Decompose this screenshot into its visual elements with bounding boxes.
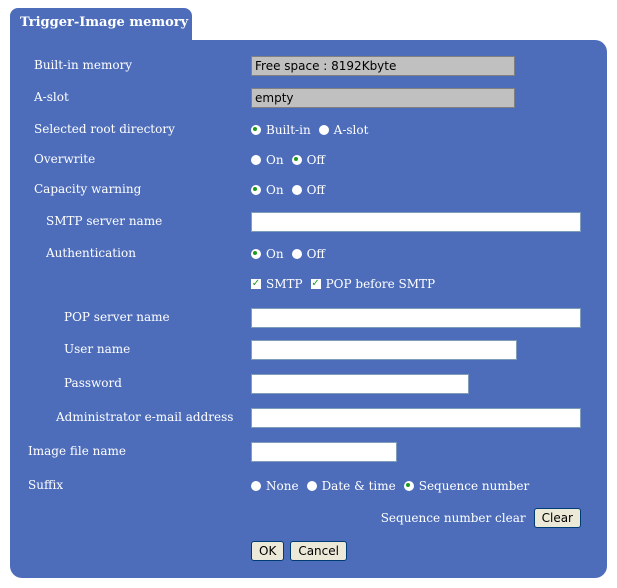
- sequence-clear-row: Sequence number clear Clear: [10, 507, 607, 529]
- smtp-server-input[interactable]: [251, 212, 581, 232]
- form-buttons-row: OK Cancel: [10, 540, 607, 562]
- a-slot-label: A-slot: [34, 90, 69, 104]
- authentication-row: Authentication On Off: [10, 243, 607, 265]
- image-file-name-input[interactable]: [251, 442, 397, 462]
- pop-server-input[interactable]: [251, 308, 581, 328]
- pop-server-row: POP server name: [10, 307, 607, 329]
- tab-trigger-image-memory[interactable]: Trigger-Image memory: [10, 8, 192, 42]
- password-input[interactable]: [251, 374, 469, 394]
- auth-off-option[interactable]: Off: [291, 247, 325, 261]
- root-directory-label: Selected root directory: [34, 122, 175, 136]
- root-directory-row: Selected root directory Built-in A-slot: [10, 119, 607, 141]
- tab-title: Trigger-Image memory: [20, 15, 189, 30]
- capacity-off-option[interactable]: Off: [291, 183, 325, 197]
- suffix-none-option[interactable]: None: [251, 479, 299, 493]
- radio-icon[interactable]: [291, 249, 302, 259]
- authentication-label: Authentication: [46, 246, 136, 260]
- radio-icon[interactable]: [251, 155, 261, 165]
- root-a-slot-option[interactable]: A-slot: [318, 123, 368, 137]
- suffix-label: Suffix: [28, 478, 64, 492]
- a-slot-row: A-slot empty: [10, 87, 607, 109]
- radio-selected-icon[interactable]: [251, 125, 261, 135]
- image-file-name-label: Image file name: [28, 444, 126, 458]
- overwrite-off-option[interactable]: Off: [291, 153, 325, 167]
- sequence-clear-label: Sequence number clear: [380, 511, 526, 525]
- checkbox-checked-icon[interactable]: ✓: [251, 279, 261, 289]
- settings-panel: Built-in memory Free space : 8192Kbyte A…: [10, 40, 607, 578]
- ok-button[interactable]: OK: [251, 541, 285, 561]
- radio-selected-icon[interactable]: [403, 481, 414, 491]
- radio-selected-icon[interactable]: [251, 249, 261, 259]
- admin-email-input[interactable]: [251, 408, 581, 428]
- radio-icon[interactable]: [291, 185, 302, 195]
- suffix-sequence-number-option[interactable]: Sequence number: [403, 479, 529, 493]
- password-row: Password: [10, 373, 607, 395]
- admin-email-label: Administrator e-mail address: [56, 410, 234, 424]
- smtp-server-label: SMTP server name: [46, 214, 163, 228]
- radio-icon[interactable]: [318, 125, 329, 135]
- pop-before-smtp-checkbox[interactable]: ✓ POP before SMTP: [310, 277, 435, 291]
- radio-icon[interactable]: [306, 481, 317, 491]
- a-slot-field: empty: [251, 88, 515, 108]
- cancel-button[interactable]: Cancel: [290, 541, 347, 561]
- capacity-on-option[interactable]: On: [251, 183, 284, 197]
- user-name-row: User name: [10, 339, 607, 361]
- clear-button[interactable]: Clear: [533, 508, 581, 528]
- capacity-warning-row: Capacity warning On Off: [10, 179, 607, 201]
- auth-methods-row: ✓ SMTP ✓ POP before SMTP: [10, 273, 607, 295]
- password-label: Password: [64, 376, 122, 390]
- overwrite-label: Overwrite: [34, 152, 96, 166]
- root-builtin-option[interactable]: Built-in: [251, 123, 311, 137]
- radio-selected-icon[interactable]: [291, 155, 302, 165]
- checkbox-checked-icon[interactable]: ✓: [310, 279, 321, 289]
- user-name-label: User name: [64, 342, 131, 356]
- overwrite-on-option[interactable]: On: [251, 153, 284, 167]
- smtp-auth-checkbox[interactable]: ✓ SMTP: [251, 277, 303, 291]
- overwrite-row: Overwrite On Off: [10, 149, 607, 171]
- suffix-date-time-option[interactable]: Date & time: [306, 479, 396, 493]
- radio-selected-icon[interactable]: [251, 185, 261, 195]
- admin-email-row: Administrator e-mail address: [10, 407, 607, 429]
- image-file-name-row: Image file name: [10, 441, 607, 463]
- pop-server-label: POP server name: [64, 310, 170, 324]
- radio-icon[interactable]: [251, 481, 261, 491]
- builtin-memory-row: Built-in memory Free space : 8192Kbyte: [10, 55, 607, 77]
- user-name-input[interactable]: [251, 340, 517, 360]
- suffix-row: Suffix None Date & time Sequence number: [10, 475, 607, 497]
- smtp-server-row: SMTP server name: [10, 211, 607, 233]
- builtin-memory-label: Built-in memory: [34, 58, 133, 72]
- capacity-warning-label: Capacity warning: [34, 182, 142, 196]
- auth-on-option[interactable]: On: [251, 247, 284, 261]
- builtin-memory-field: Free space : 8192Kbyte: [251, 56, 515, 76]
